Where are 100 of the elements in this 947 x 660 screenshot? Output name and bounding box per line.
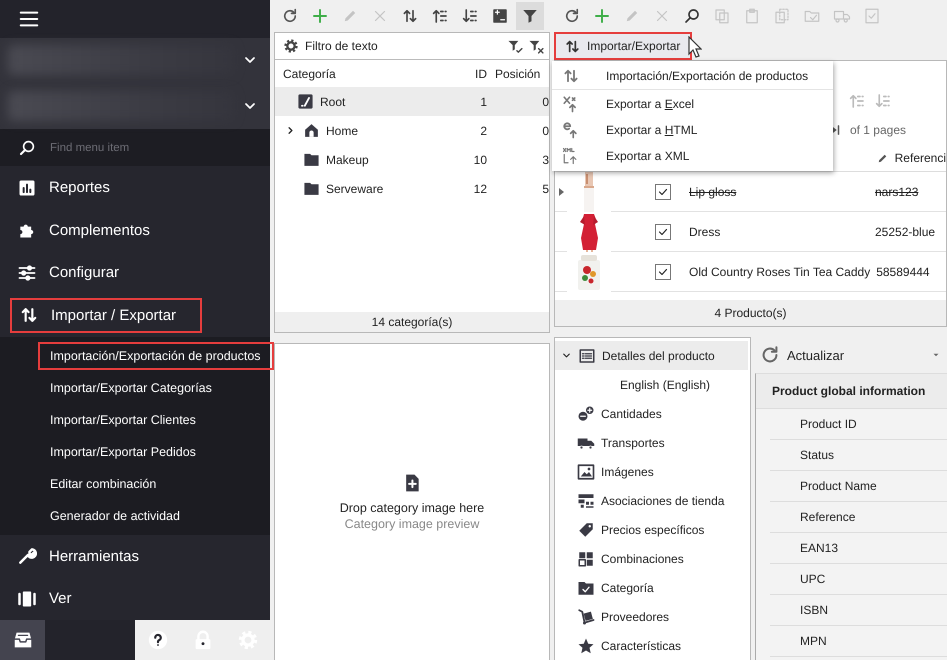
refresh-button[interactable]: Actualizar (759, 344, 844, 366)
menu-item[interactable]: Exportar a Excel (552, 91, 833, 117)
up-down-arrows-icon (401, 7, 419, 25)
nav-item[interactable]: Combinaciones (555, 544, 750, 573)
nav-item[interactable]: Detalles del producto (555, 341, 748, 370)
drop-title: Drop category image here (340, 501, 484, 515)
search-icon (683, 7, 701, 25)
home-icon (303, 122, 320, 139)
submenu-item[interactable]: Generador de actividad (0, 500, 270, 532)
checkbox[interactable] (655, 264, 671, 280)
arrow-down-list-icon (874, 92, 892, 110)
wrench-icon (17, 546, 37, 566)
clipboard-icon (743, 7, 761, 25)
column-header[interactable]: ID (439, 66, 487, 80)
current-row-icon (558, 188, 564, 196)
submenu-item[interactable]: Importar/Exportar Clientes (0, 404, 270, 436)
checkbox[interactable] (655, 224, 671, 240)
arrow-up-list-icon (431, 7, 449, 25)
drop-hint: Category image preview (344, 517, 480, 531)
sidebar-item[interactable]: Reportes (0, 166, 270, 209)
refresh-icon (281, 7, 299, 25)
toolbar-button[interactable] (516, 2, 544, 30)
nav-item[interactable]: Categoría (555, 573, 750, 602)
tree-row[interactable]: Makeup 10 3 (275, 145, 549, 174)
column-header[interactable]: Posición (487, 66, 549, 80)
submenu-item[interactable]: Importar/Exportar Categorías (0, 372, 270, 404)
sidebar-item[interactable]: Configurar (0, 252, 270, 294)
category-position: 3 (541, 152, 549, 166)
product-reference: 58589444 (876, 264, 930, 278)
category-name: Makeup (326, 152, 369, 166)
arrow-down-list-icon (461, 7, 479, 25)
gear-icon (283, 38, 299, 54)
plus-minus-circles-icon (577, 404, 595, 422)
group-header: Product global information (772, 384, 926, 398)
nav-item[interactable]: Imágenes (555, 457, 750, 486)
sidebar-item[interactable]: Importar / Exportar (10, 298, 202, 333)
arrow-up-list-icon (848, 92, 866, 110)
category-id: 2 (479, 124, 487, 138)
sidebar-item[interactable]: Herramientas (0, 534, 270, 578)
product-name: Lip gloss (689, 184, 738, 198)
category-id: 12 (472, 182, 487, 196)
copy-icon (713, 7, 731, 25)
nav-item[interactable]: Proveedores (555, 602, 750, 631)
document-check-icon (863, 7, 881, 25)
tree-row[interactable]: Root 1 0 (275, 87, 549, 116)
nav-item[interactable]: English (English) (555, 370, 750, 399)
property-label: Product ID (800, 417, 857, 431)
category-id: 10 (472, 152, 487, 166)
bar-chart-icon (17, 178, 37, 198)
image-icon (577, 462, 595, 480)
property-label: Product Name (800, 479, 877, 493)
checkbox[interactable] (655, 184, 671, 200)
category-id: 1 (479, 94, 487, 108)
submenu-item[interactable]: Editar combinación (0, 468, 270, 500)
store-grid-icon (577, 492, 595, 510)
property-label: ISBN (800, 603, 828, 617)
plus-icon (593, 7, 611, 25)
nav-item[interactable]: Precios específicos (555, 515, 750, 544)
tree-row[interactable]: Serveware 12 5 (275, 174, 549, 203)
property-label: UPC (800, 572, 826, 586)
up-down-arrows-icon (562, 67, 580, 85)
column-header[interactable]: Categoría (283, 66, 336, 80)
folder-icon (303, 151, 320, 168)
sliders-icon (17, 262, 37, 283)
search-bar[interactable]: Find menu item (0, 128, 270, 166)
submenu-item[interactable]: Importación/Exportación de productos (38, 342, 274, 370)
help-icon (146, 628, 168, 651)
property-label: Status (800, 448, 834, 462)
product-count: 4 Producto(s) (714, 306, 787, 320)
plus-icon (311, 7, 329, 25)
refresh-icon (563, 7, 581, 25)
nav-item[interactable]: Transportes (555, 428, 750, 457)
nav-item[interactable]: Cantidades (555, 399, 750, 428)
submenu-item[interactable]: Importar/Exportar Pedidos (0, 436, 270, 468)
grid-icon (577, 550, 595, 568)
cursor-icon (688, 36, 702, 58)
product-reference: 25252-blue (875, 224, 936, 238)
category-name: Root (320, 94, 346, 108)
search-field[interactable]: Find menu item (48, 140, 252, 155)
help-button[interactable] (135, 620, 180, 660)
folder-icon (303, 180, 320, 197)
category-position: 0 (541, 94, 549, 108)
menu-item[interactable]: Exportar a HTML (552, 117, 833, 143)
menu-item[interactable]: Exportar a XML (552, 143, 833, 169)
property-label: Reference (800, 510, 856, 524)
product-name: Old Country Roses Tin Tea Caddy (689, 264, 872, 278)
property-label: MPN (800, 634, 827, 648)
import-export-button[interactable]: Importar/Exportar (554, 32, 692, 60)
tree-row[interactable]: Home 2 0 (275, 116, 549, 145)
sidebar-item[interactable]: Complementos (0, 208, 270, 252)
sidebar-item[interactable]: Ver (0, 577, 270, 620)
nav-item[interactable]: Asociaciones de tienda (555, 486, 750, 515)
column-header[interactable]: Referenci (894, 151, 946, 165)
tag-icon (577, 520, 595, 538)
category-position: 5 (541, 182, 549, 196)
nav-item[interactable]: Características (555, 631, 750, 660)
inbox-button[interactable] (0, 620, 45, 660)
hand-truck-icon (577, 608, 595, 626)
category-name: Serveware (326, 182, 384, 196)
category-name: Home (326, 124, 358, 138)
